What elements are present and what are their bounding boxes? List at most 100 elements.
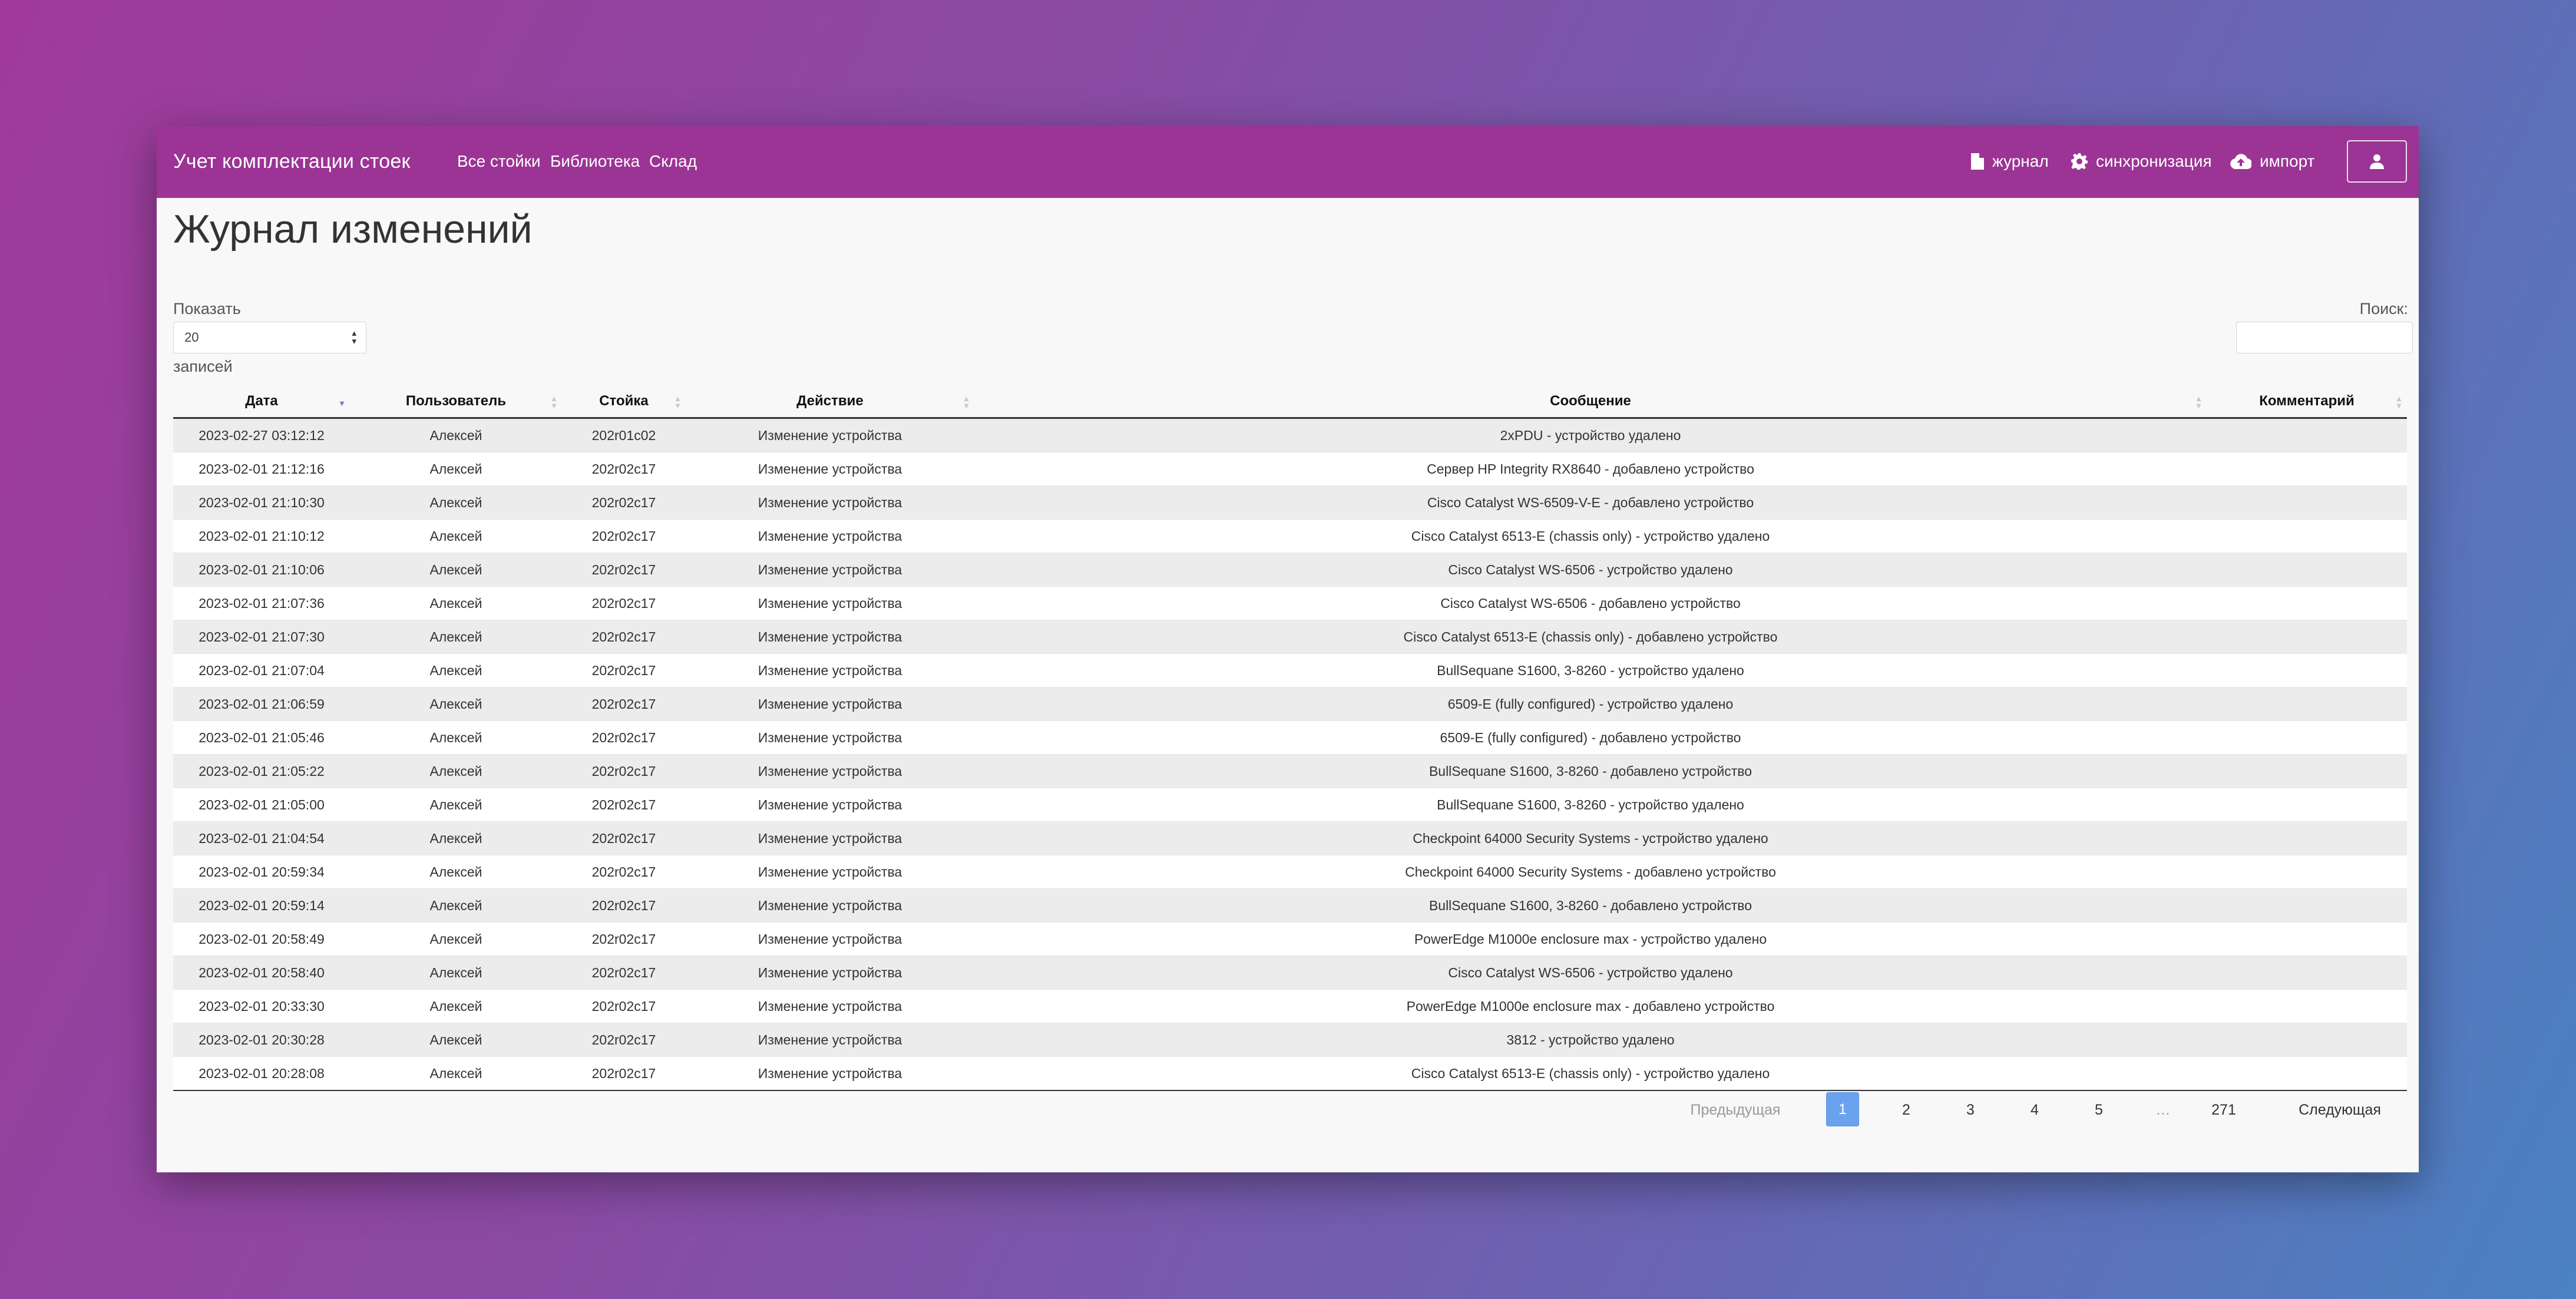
table-row[interactable]: 2023-02-01 21:10:30 Алексей 202r02c17 Измен… (173, 485, 2407, 520)
table-row[interactable]: 2023-02-01 21:05:46 Алексей 202r02c17 Измен… (173, 720, 2407, 755)
column-header-action[interactable]: Действие ▴ ▾ (686, 385, 974, 419)
nav-sync[interactable]: синхронизация (2071, 150, 2212, 173)
cell-action: Изменение устройства (686, 519, 974, 553)
cell-user: Алексей (350, 586, 562, 620)
cell-message: 3812 - устройство удалено (974, 1023, 2207, 1057)
page-button-5[interactable]: 5 (2082, 1092, 2115, 1128)
table-row[interactable]: 2023-02-01 21:05:22 Алексей 202r02c17 Измен… (173, 754, 2407, 788)
cell-date: 2023-02-27 03:12:12 (173, 418, 350, 452)
table-row[interactable]: 2023-02-01 21:07:30 Алексей 202r02c17 Измен… (173, 620, 2407, 654)
sort-icon: ▴ ▾ (551, 394, 556, 410)
cell-action: Изменение устройства (686, 620, 974, 654)
cell-action: Изменение устройства (686, 720, 974, 755)
cell-rack: 202r01c02 (562, 418, 686, 452)
top-navbar: Учет комплектации стоек Все стойки Библи… (157, 126, 2419, 198)
cell-action: Изменение устройства (686, 754, 974, 788)
search-input[interactable] (2236, 322, 2413, 353)
table-row[interactable]: 2023-02-01 20:59:34 Алексей 202r02c17 Измен… (173, 855, 2407, 889)
cell-message: BullSequane S1600, 3-8260 - устройство у… (974, 653, 2207, 687)
table-row[interactable]: 2023-02-01 20:30:28 Алексей 202r02c17 Измен… (173, 1023, 2407, 1057)
page-button-3[interactable]: 3 (1954, 1092, 1987, 1128)
cell-rack: 202r02c17 (562, 452, 686, 486)
nav-link-all-racks[interactable]: Все стойки (457, 150, 541, 173)
cell-date: 2023-02-01 20:58:49 (173, 922, 350, 956)
length-suffix: записей (173, 358, 233, 375)
cell-rack: 202r02c17 (562, 821, 686, 855)
page-button-271[interactable]: 271 (2203, 1092, 2244, 1128)
table-row[interactable]: 2023-02-01 20:58:40 Алексей 202r02c17 Измен… (173, 956, 2407, 990)
cell-date: 2023-02-01 21:06:59 (173, 687, 350, 721)
page-button-1[interactable]: 1 (1826, 1092, 1859, 1126)
table-row[interactable]: 2023-02-01 21:05:00 Алексей 202r02c17 Измен… (173, 788, 2407, 822)
cell-rack: 202r02c17 (562, 956, 686, 990)
cell-comment (2207, 586, 2407, 620)
cell-message: Cisco Catalyst 6513-E (chassis only) - у… (974, 1056, 2207, 1091)
column-header-comment[interactable]: Комментарий ▴ ▾ (2207, 385, 2407, 419)
table-row[interactable]: 2023-02-01 21:07:04 Алексей 202r02c17 Измен… (173, 653, 2407, 687)
user-menu-button[interactable] (2347, 140, 2407, 183)
cell-rack: 202r02c17 (562, 687, 686, 721)
table-row[interactable]: 2023-02-01 20:33:30 Алексей 202r02c17 Измен… (173, 989, 2407, 1023)
nav-journal[interactable]: журнал (1971, 150, 2049, 173)
changes-table: Дата ▾ Пользователь ▴ ▾ Стойка ▴ ▾ Действие ▴ ▾… (173, 385, 2407, 1091)
table-row[interactable]: 2023-02-01 21:04:54 Алексей 202r02c17 Измен… (173, 821, 2407, 855)
cell-date: 2023-02-01 21:05:22 (173, 754, 350, 788)
cell-user: Алексей (350, 418, 562, 452)
table-row[interactable]: 2023-02-01 20:59:14 Алексей 202r02c17 Измен… (173, 888, 2407, 923)
cell-action: Изменение устройства (686, 821, 974, 855)
column-header-rack[interactable]: Стойка ▴ ▾ (562, 385, 686, 419)
pagination-next[interactable]: Следующая (2293, 1092, 2387, 1128)
select-caret-icon: ▴ ▾ (352, 328, 356, 346)
cell-message: Cisco Catalyst WS-6506 - добавлено устро… (974, 586, 2207, 620)
table-row[interactable]: 2023-02-01 21:10:06 Алексей 202r02c17 Измен… (173, 553, 2407, 587)
cell-comment (2207, 653, 2407, 687)
column-header-user[interactable]: Пользователь ▴ ▾ (350, 385, 562, 419)
cell-message: Сервер HP Integrity RX8640 - добавлено у… (974, 452, 2207, 486)
user-icon (2370, 154, 2384, 169)
cell-rack: 202r02c17 (562, 989, 686, 1023)
cell-comment (2207, 553, 2407, 587)
cell-action: Изменение устройства (686, 855, 974, 889)
nav-link-library[interactable]: Библиотека (550, 150, 640, 173)
pagination-previous[interactable]: Предыдущая (1688, 1092, 1783, 1128)
page-button-2[interactable]: 2 (1890, 1092, 1923, 1128)
gear-icon (2071, 153, 2088, 170)
page-length-select[interactable]: 20 ▴ ▾ (173, 322, 366, 353)
cell-user: Алексей (350, 888, 562, 923)
cell-date: 2023-02-01 21:10:30 (173, 485, 350, 520)
cell-user: Алексей (350, 855, 562, 889)
nav-import-label: импорт (2260, 152, 2315, 170)
table-row[interactable]: 2023-02-01 20:58:49 Алексей 202r02c17 Измен… (173, 922, 2407, 956)
table-row[interactable]: 2023-02-01 21:10:12 Алексей 202r02c17 Измен… (173, 519, 2407, 553)
brand-title[interactable]: Учет комплектации стоек (173, 147, 411, 176)
column-header-date[interactable]: Дата ▾ (173, 385, 350, 419)
table-row[interactable]: 2023-02-01 21:06:59 Алексей 202r02c17 Измен… (173, 687, 2407, 721)
cell-comment (2207, 1056, 2407, 1091)
table-row[interactable]: 2023-02-01 20:28:08 Алексей 202r02c17 Измен… (173, 1056, 2407, 1091)
cell-user: Алексей (350, 485, 562, 520)
sort-icon: ▴ ▾ (675, 394, 680, 410)
cell-action: Изменение устройства (686, 653, 974, 687)
column-header-message[interactable]: Сообщение ▴ ▾ (974, 385, 2207, 419)
table-row[interactable]: 2023-02-27 03:12:12 Алексей 202r01c02 Измен… (173, 418, 2407, 452)
cell-user: Алексей (350, 989, 562, 1023)
table-row[interactable]: 2023-02-01 21:07:36 Алексей 202r02c17 Измен… (173, 586, 2407, 620)
cell-rack: 202r02c17 (562, 1023, 686, 1057)
sort-icon: ▴ ▾ (2196, 394, 2201, 410)
cell-date: 2023-02-01 21:10:06 (173, 553, 350, 587)
cell-message: PowerEdge M1000e enclosure max - устройс… (974, 922, 2207, 956)
nav-import[interactable]: импорт (2230, 150, 2314, 173)
cell-date: 2023-02-01 20:30:28 (173, 1023, 350, 1057)
cell-user: Алексей (350, 687, 562, 721)
page-button-4[interactable]: 4 (2018, 1092, 2051, 1128)
cell-user: Алексей (350, 720, 562, 755)
page-title: Журнал изменений (173, 207, 533, 252)
cell-rack: 202r02c17 (562, 855, 686, 889)
nav-link-warehouse[interactable]: Склад (649, 150, 697, 173)
cell-message: Cisco Catalyst WS-6506 - устройство удал… (974, 956, 2207, 990)
cell-message: Cisco Catalyst WS-6506 - устройство удал… (974, 553, 2207, 587)
cell-comment (2207, 720, 2407, 755)
cell-rack: 202r02c17 (562, 1056, 686, 1091)
cell-rack: 202r02c17 (562, 485, 686, 520)
table-row[interactable]: 2023-02-01 21:12:16 Алексей 202r02c17 Измен… (173, 452, 2407, 486)
